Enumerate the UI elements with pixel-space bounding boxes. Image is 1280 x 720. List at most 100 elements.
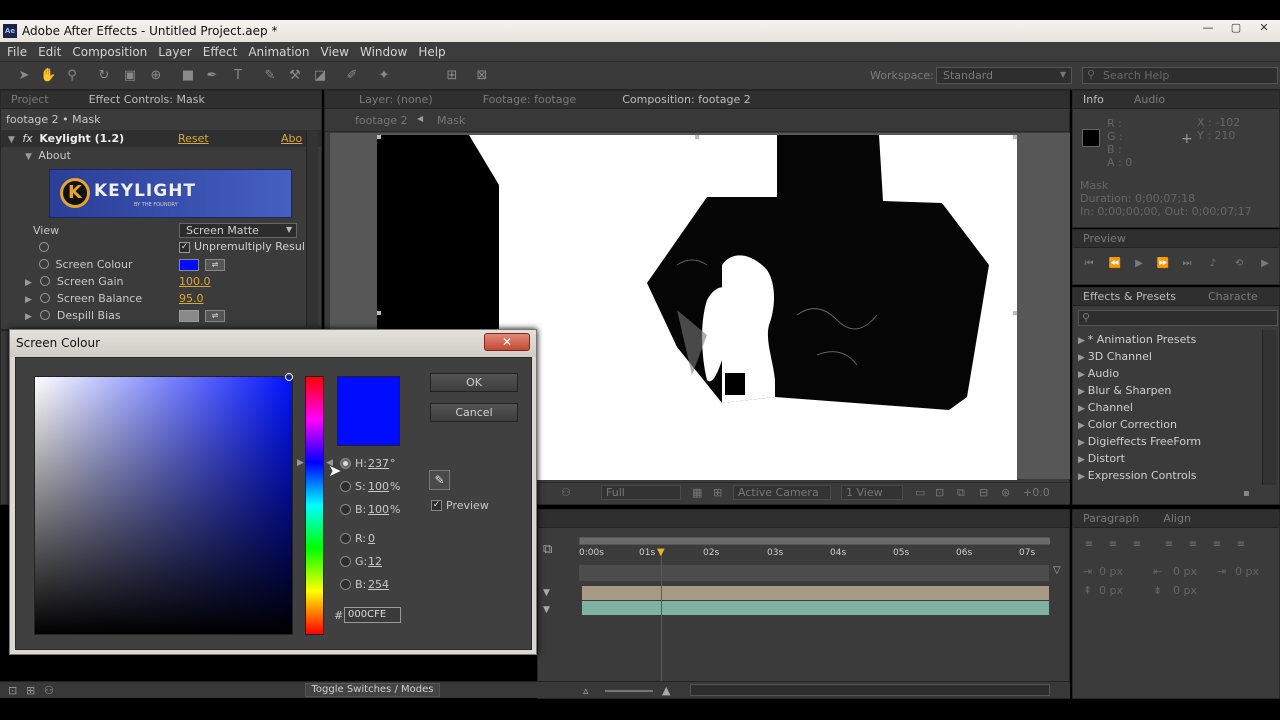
unpremultiply-checkbox[interactable]: ✓ (179, 242, 190, 253)
eraser-tool-icon[interactable]: ◪ (312, 68, 328, 84)
red-value[interactable]: 0 (368, 532, 375, 545)
pan-behind-tool-icon[interactable]: ⊕ (148, 68, 164, 84)
time-ruler[interactable]: 0:00s 01s 02s 03s 04s 05s 06s 07s (579, 546, 1049, 564)
transparency-grid-icon[interactable]: ⊞ (713, 486, 722, 499)
rotate-tool-icon[interactable]: ↻ (96, 68, 112, 84)
zoom-in-icon[interactable]: ▲ (662, 684, 670, 697)
tab-audio[interactable]: Audio (1134, 93, 1165, 106)
close-button[interactable]: ✕ (1254, 21, 1274, 37)
search-help-input[interactable]: Search Help (1082, 67, 1278, 84)
play-icon[interactable]: ▶ (1131, 257, 1147, 271)
current-time-indicator[interactable] (661, 548, 662, 696)
expand-icon[interactable]: ⊡ (8, 684, 17, 697)
space-before-value[interactable]: 0 px (1099, 584, 1123, 597)
tab-effects-presets[interactable]: Effects & Presets (1083, 290, 1176, 303)
blue-radio[interactable] (340, 579, 351, 590)
zoom-slider[interactable] (605, 690, 653, 692)
green-value[interactable]: 12 (368, 555, 382, 568)
tab-character[interactable]: Characte (1208, 290, 1258, 303)
first-frame-icon[interactable]: ⏮ (1081, 257, 1097, 271)
loop-icon[interactable]: ⟲ (1231, 257, 1247, 271)
dialog-close-button[interactable]: ✕ (484, 333, 530, 351)
timeline-icon[interactable]: ⧉ (957, 486, 965, 500)
effects-list-item[interactable]: ▶ Color Correction (1078, 416, 1177, 433)
hex-input[interactable]: 000CFE (344, 607, 401, 623)
hue-radio[interactable] (340, 458, 351, 469)
effects-list-item[interactable]: ▶ Distort (1078, 450, 1125, 467)
eyedropper-icon[interactable]: ⇌ (205, 310, 225, 322)
breadcrumb-item[interactable]: footage 2 (355, 114, 408, 127)
menu-help[interactable]: Help (418, 45, 445, 59)
indent-left-value[interactable]: 0 px (1099, 565, 1123, 578)
hue-slider[interactable] (305, 376, 324, 635)
screen-balance-value[interactable]: 95.0 (179, 290, 204, 307)
expand-triangle-icon[interactable]: ▶ (1078, 387, 1088, 397)
view-layout-select[interactable]: 1 View (841, 485, 903, 500)
space-after-value[interactable]: 0 px (1173, 584, 1197, 597)
expand-triangle-icon[interactable]: ▶ (1078, 472, 1088, 482)
expand-triangle-icon[interactable]: ▶ (1078, 336, 1088, 346)
stopwatch-icon[interactable] (39, 242, 49, 252)
screen-gain-value[interactable]: 100.0 (179, 273, 211, 290)
expand-triangle-icon[interactable]: ▶ (25, 278, 32, 288)
puppet-tool-icon[interactable]: ✦ (376, 68, 392, 84)
camera-tool-icon[interactable]: ▣ (122, 68, 138, 84)
toggle-pixel-icon[interactable]: ▭ (915, 486, 925, 499)
chevron-down-icon[interactable]: ▼ (543, 588, 550, 598)
tab-effect-controls[interactable]: Effect Controls: Mask (89, 93, 205, 106)
text-tool-icon[interactable]: T (230, 68, 246, 84)
tab-preview[interactable]: Preview (1083, 232, 1126, 245)
expand-triangle-icon[interactable]: ▶ (25, 312, 32, 322)
selection-tool-icon[interactable]: ➤ (16, 68, 32, 84)
ok-button[interactable]: OK (430, 373, 518, 392)
justify-all-icon[interactable]: ≡ (1233, 538, 1249, 552)
menu-effect[interactable]: Effect (203, 45, 238, 59)
hue-slider-left-arrow-icon[interactable]: ▶ (297, 458, 304, 468)
resolution-select[interactable]: Full (601, 485, 681, 500)
modes-icon[interactable]: ⚇ (44, 684, 54, 697)
effects-list-item[interactable]: ▶ Expression Controls (1078, 467, 1197, 484)
despill-bias-swatch[interactable] (179, 310, 199, 322)
effects-list-item[interactable]: ▶ Channel (1078, 399, 1133, 416)
saturation-brightness-field[interactable] (34, 376, 293, 635)
expand-triangle-icon[interactable]: ▶ (1078, 370, 1088, 380)
menu-window[interactable]: Window (360, 45, 407, 59)
axis-world-icon[interactable]: ⊠ (474, 68, 490, 84)
stopwatch-icon[interactable] (40, 310, 51, 320)
align-left-icon[interactable]: ≡ (1081, 538, 1097, 552)
camera-icon[interactable]: ⚇ (561, 486, 571, 499)
about-group-row[interactable]: ▼ About (1, 147, 321, 164)
saturation-value[interactable]: 100 (368, 480, 389, 493)
effects-list-item[interactable]: ▶ Audio (1078, 365, 1119, 382)
pen-tool-icon[interactable]: ✒ (204, 68, 220, 84)
playhead-icon[interactable]: ▼ (657, 547, 665, 558)
eyedropper-icon[interactable]: ⇌ (205, 259, 225, 271)
clone-stamp-tool-icon[interactable]: ⚒ (287, 68, 303, 84)
roto-brush-tool-icon[interactable]: ✐ (344, 68, 360, 84)
maximize-button[interactable]: ▢ (1226, 21, 1246, 37)
red-radio[interactable] (340, 533, 351, 544)
preview-checkbox[interactable]: ✓ (431, 500, 442, 511)
exposure-icon[interactable]: ⊛ (1001, 486, 1010, 499)
tab-project[interactable]: Project (11, 93, 49, 106)
zoom-out-icon[interactable]: ▵ (583, 684, 589, 697)
tab-info[interactable]: Info (1083, 93, 1104, 106)
justify-left-icon[interactable]: ≡ (1161, 538, 1177, 552)
expand-triangle-icon[interactable]: ▼ (25, 152, 32, 162)
tab-composition[interactable]: Composition: footage 2 (622, 93, 751, 106)
justify-right-icon[interactable]: ≡ (1209, 538, 1225, 552)
expand-triangle-icon[interactable]: ▼ (8, 135, 15, 145)
hand-tool-icon[interactable]: ✋ (40, 68, 56, 84)
zoom-marker-icon[interactable]: ▽ (1053, 565, 1061, 576)
effects-list-item[interactable]: ▶ * Animation Presets (1078, 331, 1196, 348)
camera-select[interactable]: Active Camera (733, 485, 831, 500)
indent-first-value[interactable]: 0 px (1235, 565, 1259, 578)
menu-view[interactable]: View (321, 45, 349, 59)
tab-align[interactable]: Align (1163, 512, 1191, 525)
effects-list-item[interactable]: ▶ Blur & Sharpen (1078, 382, 1171, 399)
tab-layer[interactable]: Layer: (none) (359, 93, 433, 106)
last-frame-icon[interactable]: ⏭ (1179, 257, 1195, 271)
previous-frame-icon[interactable]: ⏪ (1107, 257, 1123, 271)
menu-animation[interactable]: Animation (248, 45, 309, 59)
stopwatch-icon[interactable] (40, 276, 51, 286)
